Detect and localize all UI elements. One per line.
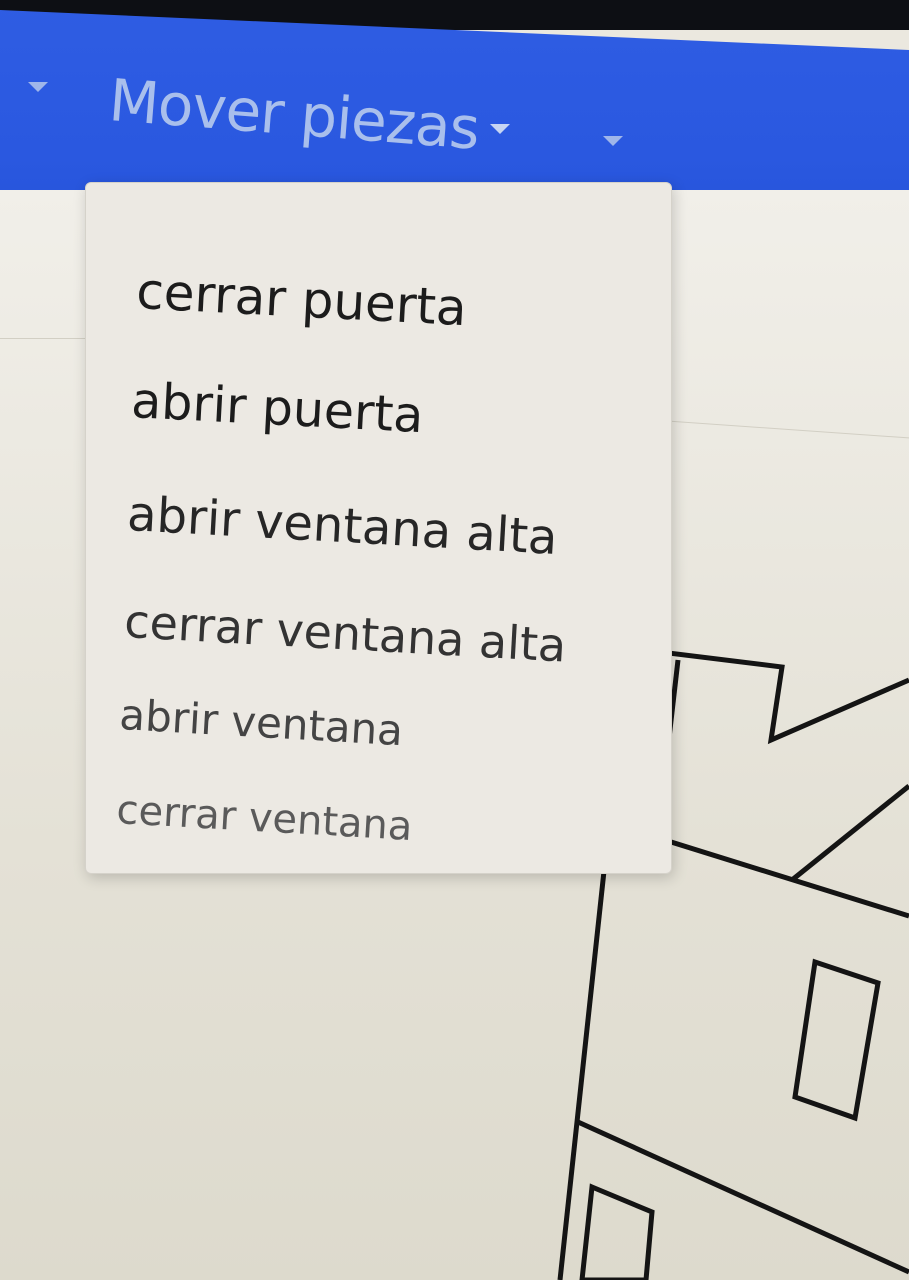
right-dropdown-arrow-icon[interactable] (603, 136, 623, 146)
mover-piezas-dropdown-arrow-icon[interactable] (490, 124, 510, 134)
left-dropdown-arrow-icon[interactable] (28, 82, 48, 92)
